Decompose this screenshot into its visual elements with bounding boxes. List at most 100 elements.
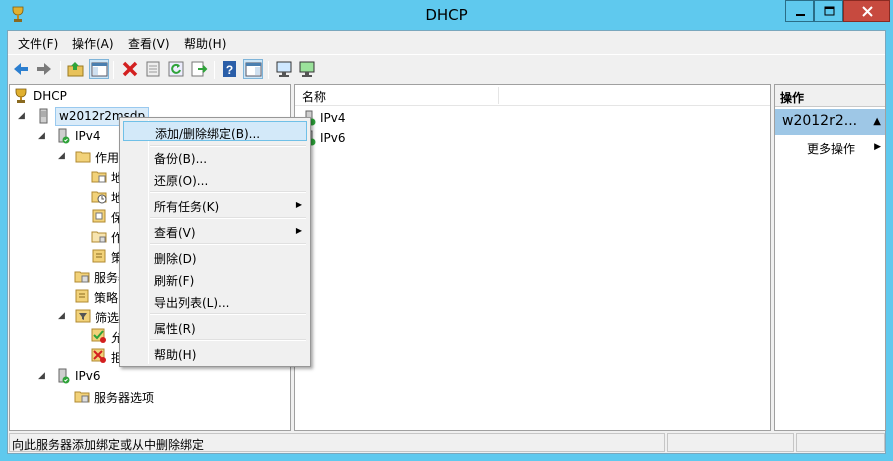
- menu-item-restore[interactable]: 还原(O)...: [123, 169, 307, 189]
- back-button[interactable]: [11, 59, 31, 79]
- minimize-button[interactable]: [785, 0, 814, 22]
- toolbar-separator: [113, 61, 114, 79]
- allow-filter-icon: [91, 328, 106, 343]
- minimize-icon: [796, 14, 805, 16]
- dhcp-trophy-icon: [15, 88, 27, 103]
- status-bar: 向此服务器添加绑定或从中删除绑定: [9, 432, 886, 453]
- tree-label: 策略: [94, 291, 119, 305]
- monitor-button[interactable]: [274, 59, 294, 79]
- folder-icon: [75, 151, 91, 163]
- collapse-arrow-icon[interactable]: ◢: [38, 131, 47, 141]
- context-menu: 添加/删除绑定(B)... 备份(B)... 还原(O)... 所有任务(K) …: [119, 117, 311, 367]
- more-actions-item[interactable]: 更多操作: [807, 140, 855, 157]
- toolbar-separator: [214, 61, 215, 79]
- dhcp-window: DHCP 文件(F) 操作(A) 查看(V) 帮助(H) ? DHCP ◢ w2…: [0, 0, 893, 461]
- export-list-button[interactable]: [189, 59, 209, 79]
- list-item[interactable]: IPv6: [303, 129, 503, 149]
- menu-item-all-tasks[interactable]: 所有任务(K) ▶: [123, 195, 307, 215]
- menu-separator: [150, 313, 306, 315]
- menu-view[interactable]: 查看(V): [128, 35, 170, 52]
- server-options-icon: [74, 271, 90, 283]
- toolbar-separator: [60, 61, 61, 79]
- collapse-arrow-icon[interactable]: ◢: [58, 151, 67, 161]
- filter-icon: [75, 309, 91, 323]
- tree-node-dhcp[interactable]: DHCP: [13, 87, 283, 107]
- submenu-arrow-icon: ▶: [874, 142, 881, 152]
- ipv4-server-icon: [58, 128, 70, 144]
- list-item-label: IPv6: [320, 131, 346, 145]
- list-item-label: IPv4: [320, 111, 346, 125]
- window-title: DHCP: [425, 6, 468, 24]
- collapse-arrow-icon[interactable]: ◢: [18, 111, 27, 121]
- up-one-level-button[interactable]: [66, 59, 86, 79]
- status-text: 向此服务器添加绑定或从中删除绑定: [12, 438, 205, 452]
- help-button[interactable]: ?: [220, 59, 240, 79]
- actions-group-label: w2012r2...: [782, 113, 858, 129]
- menu-bar: 文件(F) 操作(A) 查看(V) 帮助(H): [8, 33, 885, 53]
- toolbar-separator: [268, 61, 269, 79]
- up-folder-icon: [67, 62, 84, 77]
- status-cell-main: 向此服务器添加绑定或从中删除绑定: [9, 433, 665, 452]
- scope-options-icon: [91, 231, 107, 243]
- result-list: 名称 IPv4 IPv6: [294, 84, 771, 431]
- properties-button[interactable]: [143, 59, 163, 79]
- monitor-green-button[interactable]: [297, 59, 317, 79]
- refresh-icon: [168, 61, 184, 77]
- close-button[interactable]: [843, 0, 890, 22]
- menu-item-add-remove-bindings[interactable]: 添加/删除绑定(B)...: [123, 121, 307, 141]
- title-bar[interactable]: DHCP: [0, 0, 893, 30]
- menu-item-label: 查看(V): [154, 226, 196, 240]
- tree-node-ipv6-server-options[interactable]: 服务器选项: [74, 387, 284, 407]
- menu-separator: [150, 243, 306, 245]
- column-divider[interactable]: [498, 87, 499, 104]
- refresh-button[interactable]: [166, 59, 186, 79]
- collapse-arrow-icon[interactable]: ◢: [38, 371, 47, 381]
- collapse-arrow-icon[interactable]: ◢: [58, 311, 67, 321]
- menu-separator: [150, 217, 306, 219]
- delete-button[interactable]: [120, 59, 140, 79]
- menu-item-export-list[interactable]: 导出列表(L)...: [123, 291, 307, 311]
- menu-item-view[interactable]: 查看(V) ▶: [123, 221, 307, 241]
- menu-item-label: 所有任务(K): [154, 200, 220, 214]
- menu-item-label: 还原(O)...: [154, 174, 209, 188]
- reservation-icon: [92, 209, 106, 223]
- policy-icon: [75, 289, 89, 303]
- svg-text:?: ?: [226, 63, 233, 77]
- column-header-name[interactable]: 名称: [302, 88, 326, 105]
- properties-icon: [146, 61, 160, 77]
- menu-item-label: 删除(D): [154, 252, 197, 266]
- menu-item-properties[interactable]: 属性(R): [123, 317, 307, 337]
- menu-item-refresh[interactable]: 刷新(F): [123, 269, 307, 289]
- toolbar: ?: [8, 54, 885, 82]
- policy-icon: [92, 249, 106, 263]
- menu-action[interactable]: 操作(A): [72, 35, 114, 52]
- actions-pane-title: 操作: [775, 85, 885, 107]
- menu-item-help[interactable]: 帮助(H): [123, 343, 307, 363]
- status-cell-3: [796, 433, 885, 452]
- menu-separator: [150, 339, 306, 341]
- server-icon: [39, 108, 48, 124]
- address-lease-icon: [91, 191, 107, 204]
- maximize-button[interactable]: [814, 0, 843, 22]
- menu-file[interactable]: 文件(F): [18, 35, 58, 52]
- deny-filter-icon: [91, 348, 106, 363]
- tree-node-ipv6[interactable]: ◢ IPv6: [38, 367, 288, 387]
- show-hide-action-pane-icon: [245, 62, 262, 77]
- forward-button[interactable]: [34, 59, 54, 79]
- menu-separator: [150, 191, 306, 193]
- collapse-up-icon[interactable]: ▲: [873, 116, 881, 127]
- export-list-icon: [191, 61, 208, 77]
- actions-group-header[interactable]: w2012r2... ▲: [775, 109, 885, 135]
- list-header: 名称: [295, 85, 770, 106]
- menu-item-label: 添加/删除绑定(B)...: [155, 127, 261, 141]
- list-item[interactable]: IPv4: [303, 109, 503, 129]
- menu-item-delete[interactable]: 删除(D): [123, 247, 307, 267]
- server-options-icon: [74, 391, 90, 403]
- show-hide-action-pane-button[interactable]: [243, 59, 263, 79]
- show-hide-console-tree-button[interactable]: [89, 59, 109, 79]
- monitor-icon: [276, 61, 292, 77]
- back-arrow-icon: [14, 63, 28, 75]
- menu-help[interactable]: 帮助(H): [184, 35, 226, 52]
- tree-label: 服务器选项: [94, 391, 155, 405]
- menu-item-backup[interactable]: 备份(B)...: [123, 147, 307, 167]
